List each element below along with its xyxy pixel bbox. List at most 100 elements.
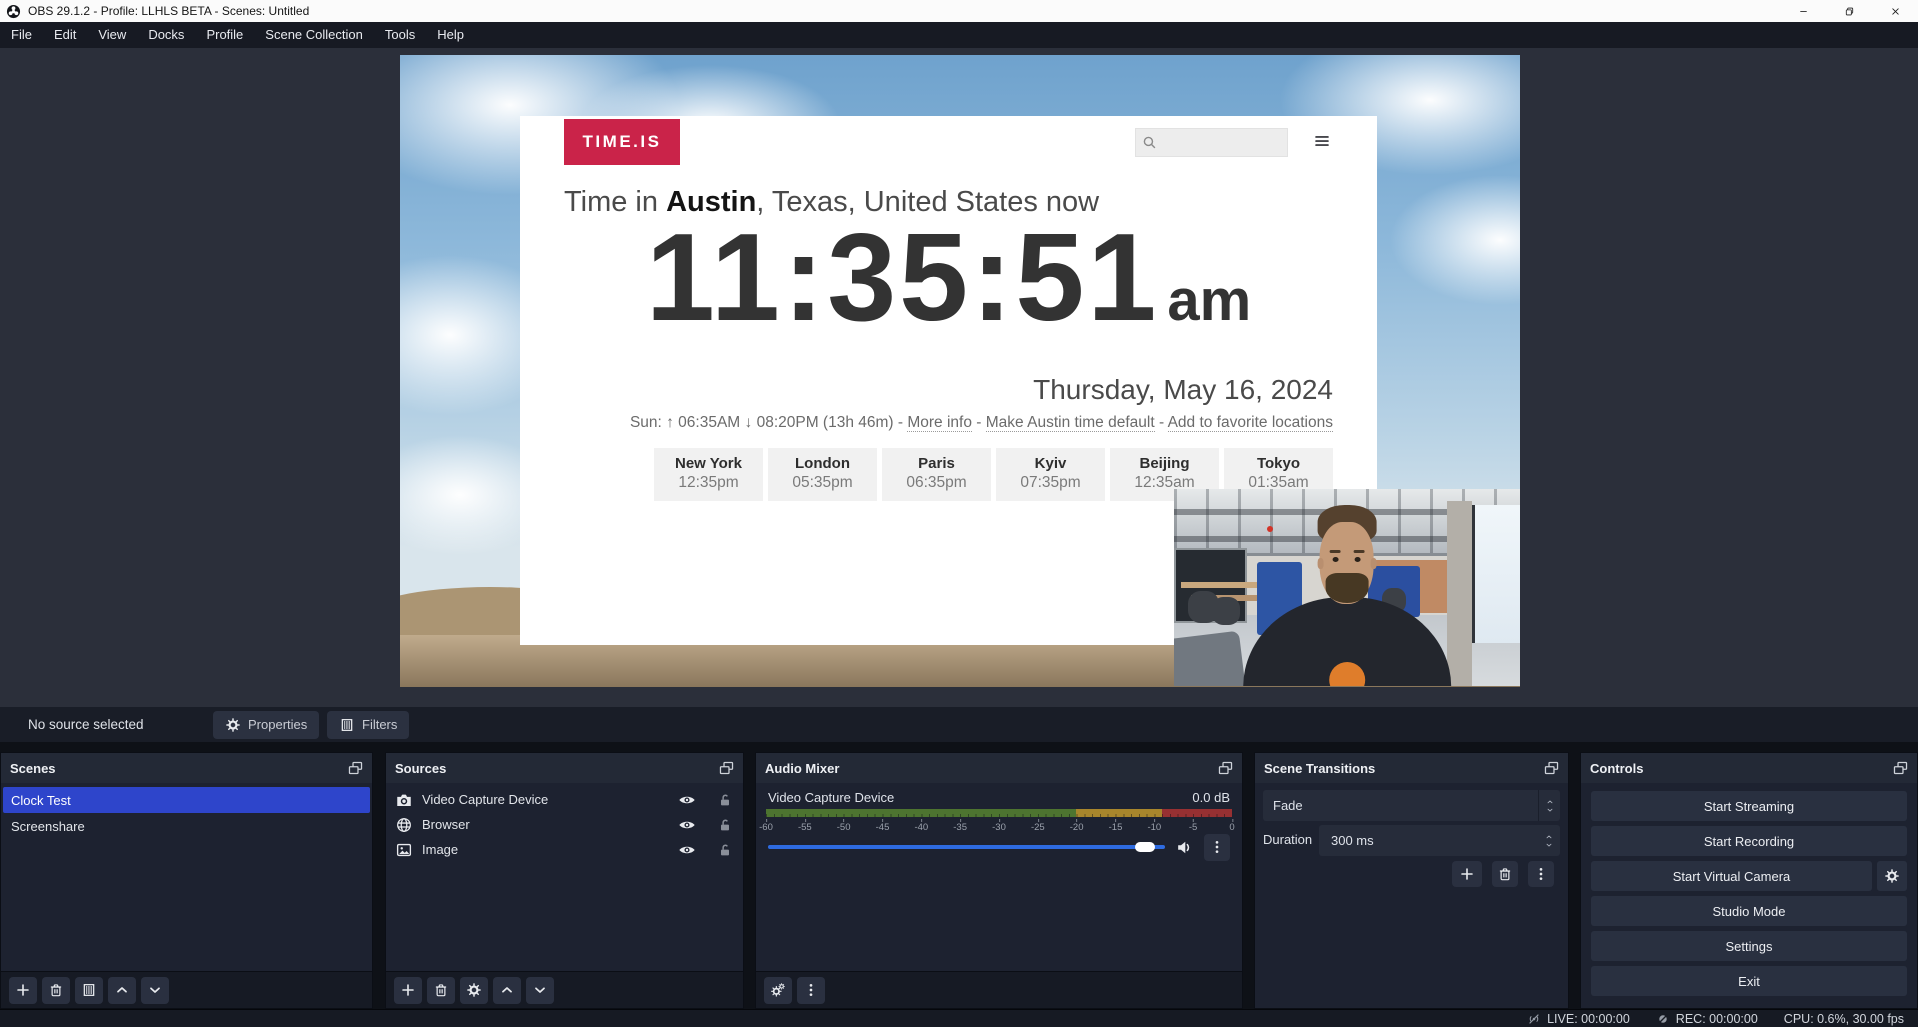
popout-dock-icon[interactable] [718,760,735,777]
filters-button[interactable]: Filters [327,711,409,739]
clock-time: 06:35pm [882,474,991,492]
duration-value: 300 ms [1319,833,1538,848]
popout-dock-icon[interactable] [1217,760,1234,777]
duration-spinbox[interactable]: 300 ms [1319,825,1560,856]
sources-toolbar [386,971,743,1008]
controls-title: Controls [1590,761,1643,776]
scale-tick: -50 [837,822,851,833]
meter-red-zone [1162,809,1232,817]
separator: - [894,414,908,431]
sources-title: Sources [395,761,446,776]
source-item-image[interactable]: Image [386,837,743,862]
kebab-icon [803,982,819,998]
mixer-menu-button[interactable] [797,977,825,1004]
start-streaming-button[interactable]: Start Streaming [1591,791,1907,821]
move-scene-up-button[interactable] [108,977,136,1004]
scale-tick: -10 [1147,822,1161,833]
close-button[interactable] [1872,0,1918,22]
menu-bar: File Edit View Docks Profile Scene Colle… [0,22,1918,48]
clock-time: 05:35pm [768,474,877,492]
popout-dock-icon[interactable] [1892,760,1909,777]
start-virtual-camera-button[interactable]: Start Virtual Camera [1591,861,1872,891]
obs-window: OBS 29.1.2 - Profile: LLHLS BETA - Scene… [0,0,1918,1027]
globe-icon [395,816,413,834]
scale-tick: -30 [992,822,1006,833]
exit-button[interactable]: Exit [1591,966,1907,996]
properties-button[interactable]: Properties [213,711,319,739]
menu-docks[interactable]: Docks [137,22,195,48]
menu-tools[interactable]: Tools [374,22,426,48]
transition-select[interactable]: Fade [1263,790,1560,821]
source-item-browser[interactable]: Browser [386,812,743,837]
move-source-down-button[interactable] [526,977,554,1004]
chevron-up-icon [499,982,515,998]
window-controls [1780,0,1918,22]
chevron-up-icon [114,982,130,998]
add-transition-button[interactable] [1452,861,1482,887]
add-scene-button[interactable] [9,977,37,1004]
office-window [1472,505,1520,643]
minimize-button[interactable] [1780,0,1826,22]
image-icon [395,841,413,859]
close-icon [1890,6,1901,17]
remove-transition-button[interactable] [1492,861,1518,887]
person-ear [1317,558,1323,569]
transition-value: Fade [1263,798,1538,813]
preview-canvas[interactable]: TIME.IS Time in Austin, Texas, United St… [400,55,1520,687]
speaker-icon[interactable] [1175,838,1194,857]
source-item-video-capture[interactable]: Video Capture Device [386,787,743,812]
studio-mode-button[interactable]: Studio Mode [1591,896,1907,926]
gear-icon [1884,868,1900,884]
scenes-title: Scenes [10,761,56,776]
scene-filters-button[interactable] [75,977,103,1004]
menu-view[interactable]: View [87,22,137,48]
menu-profile[interactable]: Profile [195,22,254,48]
visibility-eye-icon[interactable] [678,816,696,834]
broadcast-inactive-icon [1527,1012,1541,1026]
source-properties-button[interactable] [460,977,488,1004]
menu-scene-collection[interactable]: Scene Collection [254,22,374,48]
transition-properties-button[interactable] [1528,861,1554,887]
world-clock-newyork: New York12:35pm [654,448,763,501]
move-source-up-button[interactable] [493,977,521,1004]
menu-edit[interactable]: Edit [43,22,87,48]
clock-city: London [768,455,877,472]
preview-area: TIME.IS Time in Austin, Texas, United St… [0,48,1918,707]
advanced-audio-button[interactable] [764,977,792,1004]
volume-slider[interactable] [768,845,1165,849]
menu-help[interactable]: Help [426,22,475,48]
remove-scene-button[interactable] [42,977,70,1004]
sun-times: Sun: ↑ 06:35AM ↓ 08:20PM (13h 46m) [630,414,894,431]
filter-icon [339,717,355,733]
mixer-channel-menu-button[interactable] [1204,834,1230,861]
popout-dock-icon[interactable] [347,760,364,777]
scale-tick: -45 [876,822,890,833]
menu-file[interactable]: File [0,22,43,48]
cpu-fps-status: CPU: 0.6%, 30.00 fps [1784,1012,1904,1026]
settings-button[interactable]: Settings [1591,931,1907,961]
start-recording-button[interactable]: Start Recording [1591,826,1907,856]
unlock-icon[interactable] [717,817,733,833]
scene-item-screenshare[interactable]: Screenshare [1,813,372,839]
clock-time: 12:35pm [654,474,763,492]
virtual-camera-settings-button[interactable] [1877,861,1907,891]
scene-item-clock-test[interactable]: Clock Test [3,787,370,813]
unlock-icon[interactable] [717,842,733,858]
unlock-icon[interactable] [717,792,733,808]
camera-icon [395,791,413,809]
duration-spin-arrows[interactable] [1538,825,1560,856]
add-source-button[interactable] [394,977,422,1004]
maximize-button[interactable] [1826,0,1872,22]
desk [1181,582,1257,588]
visibility-eye-icon[interactable] [678,841,696,859]
chevron-down-icon [1545,806,1555,814]
visibility-eye-icon[interactable] [678,791,696,809]
volume-slider-handle[interactable] [1135,842,1155,852]
transition-select-arrows[interactable] [1538,790,1560,821]
remove-source-button[interactable] [427,977,455,1004]
site-search-box [1135,128,1288,157]
popout-dock-icon[interactable] [1543,760,1560,777]
move-scene-down-button[interactable] [141,977,169,1004]
scenes-toolbar [1,971,372,1008]
controls-body: Start Streaming Start Recording Start Vi… [1581,783,1917,996]
